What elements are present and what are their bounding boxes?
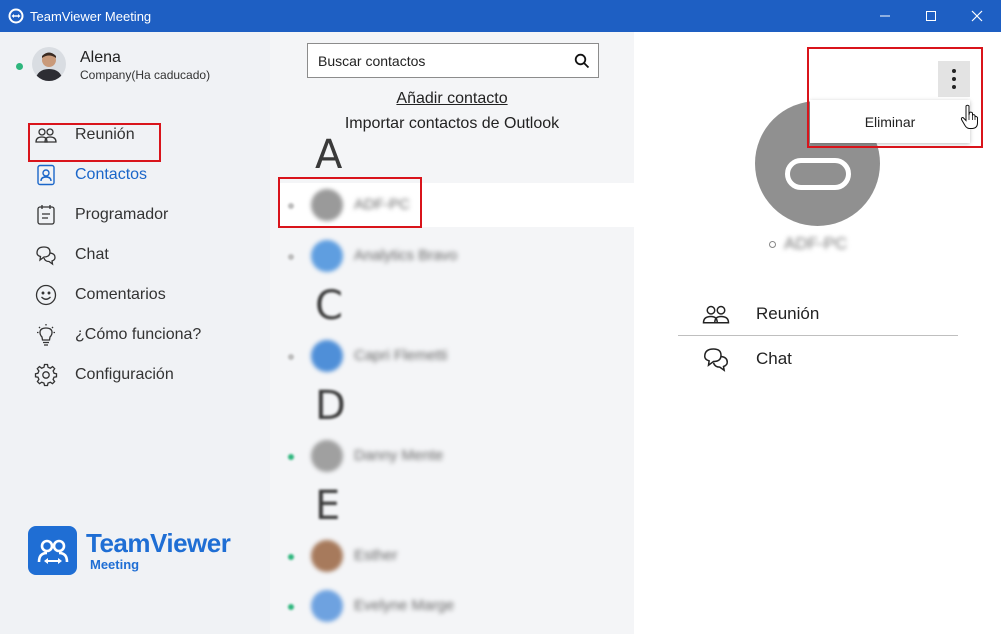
contact-name: Evelyne Marge (354, 597, 455, 614)
teamviewer-logo: TeamViewer Meeting (28, 526, 231, 575)
search-box[interactable] (307, 43, 599, 78)
contact-avatar (311, 240, 343, 272)
sidebar-item-programador[interactable]: Programador (28, 198, 258, 232)
teamviewer-icon (8, 8, 24, 24)
contact-name: Capri Flemetti (354, 347, 448, 364)
contact-name: Danny Mente (354, 447, 444, 464)
chat-bubbles-icon (700, 343, 732, 375)
contact-avatar (311, 540, 343, 572)
sidebar-item-label: Contactos (75, 166, 148, 183)
contact-status-dot (288, 554, 294, 560)
group-letter: A (315, 132, 343, 178)
detail-action-reunion[interactable]: Reunión (678, 292, 958, 336)
sidebar-item-label: Comentarios (75, 286, 166, 303)
user-status-dot (16, 63, 23, 70)
sidebar-item-como-funciona[interactable]: ¿Cómo funciona? (28, 318, 258, 352)
minimize-button[interactable] (862, 0, 908, 32)
detail-action-label: Reunión (756, 304, 820, 323)
lightbulb-icon (32, 321, 60, 349)
minimize-icon (880, 15, 890, 17)
window-title: TeamViewer Meeting (30, 8, 152, 24)
sidebar-item-configuracion[interactable]: Configuración (28, 358, 258, 392)
contact-status-dot (288, 604, 294, 610)
user-company: Company(Ha caducado) (80, 68, 211, 82)
detail-action-label: Chat (756, 349, 792, 368)
maximize-icon (926, 11, 936, 21)
user-avatar[interactable] (32, 47, 66, 81)
detail-status-dot (769, 241, 776, 248)
hand-cursor-icon (960, 104, 978, 129)
user-photo-icon (32, 47, 66, 81)
group-letter: D (315, 383, 346, 429)
smiley-icon (32, 281, 60, 309)
contact-status-dot (288, 454, 294, 460)
teamviewer-logo-icon (28, 526, 77, 575)
gear-icon (32, 361, 60, 389)
add-contact-link[interactable]: Añadir contacto (270, 90, 634, 108)
contact-row[interactable]: Evelyne Marge (278, 584, 634, 628)
contact-card-icon (32, 161, 60, 189)
title-bar: TeamViewer Meeting (0, 0, 1001, 32)
contact-row[interactable]: Analytics Bravo (278, 234, 634, 278)
people-icon (700, 298, 732, 330)
group-letter: C (315, 283, 343, 329)
search-icon[interactable] (574, 53, 590, 69)
detail-divider (678, 335, 958, 336)
search-input[interactable] (318, 52, 558, 69)
close-button[interactable] (954, 0, 1000, 32)
group-letter: E (315, 483, 341, 529)
user-name: Alena (80, 49, 121, 66)
contact-avatar (311, 340, 343, 372)
sidebar-item-label: ¿Cómo funciona? (75, 326, 202, 343)
menu-highlight-box (807, 47, 983, 148)
contact-name: Esther (354, 547, 398, 564)
sidebar-item-label: Programador (75, 206, 169, 223)
close-icon (971, 10, 983, 22)
maximize-button[interactable] (908, 0, 954, 32)
contact-status-dot (288, 254, 294, 260)
sidebar-item-label: Chat (75, 246, 109, 263)
chat-bubbles-icon (32, 241, 60, 269)
sidebar-item-contactos[interactable]: Contactos (28, 158, 258, 192)
contact-highlight-box (278, 177, 422, 228)
contact-avatar (311, 590, 343, 622)
contact-row[interactable]: Capri Flemetti (278, 334, 634, 378)
detail-contact-name: ADF-PC (784, 234, 848, 253)
contact-name: Analytics Bravo (354, 247, 458, 264)
sidebar-item-label: Configuración (75, 366, 174, 383)
sidebar-item-chat[interactable]: Chat (28, 238, 258, 272)
contact-avatar (311, 440, 343, 472)
computer-icon (785, 158, 851, 190)
detail-action-chat[interactable]: Chat (678, 337, 958, 381)
contactos-highlight-box (28, 123, 161, 162)
sidebar-item-comentarios[interactable]: Comentarios (28, 278, 258, 312)
contact-row[interactable]: Esther (278, 534, 634, 578)
contact-row[interactable]: Danny Mente (278, 434, 634, 478)
logo-main-text: TeamViewer (86, 528, 231, 558)
logo-sub-text: Meeting (90, 557, 140, 572)
import-outlook-link[interactable]: Importar contactos de Outlook (270, 115, 634, 133)
calendar-icon (32, 201, 60, 229)
contact-status-dot (288, 354, 294, 360)
